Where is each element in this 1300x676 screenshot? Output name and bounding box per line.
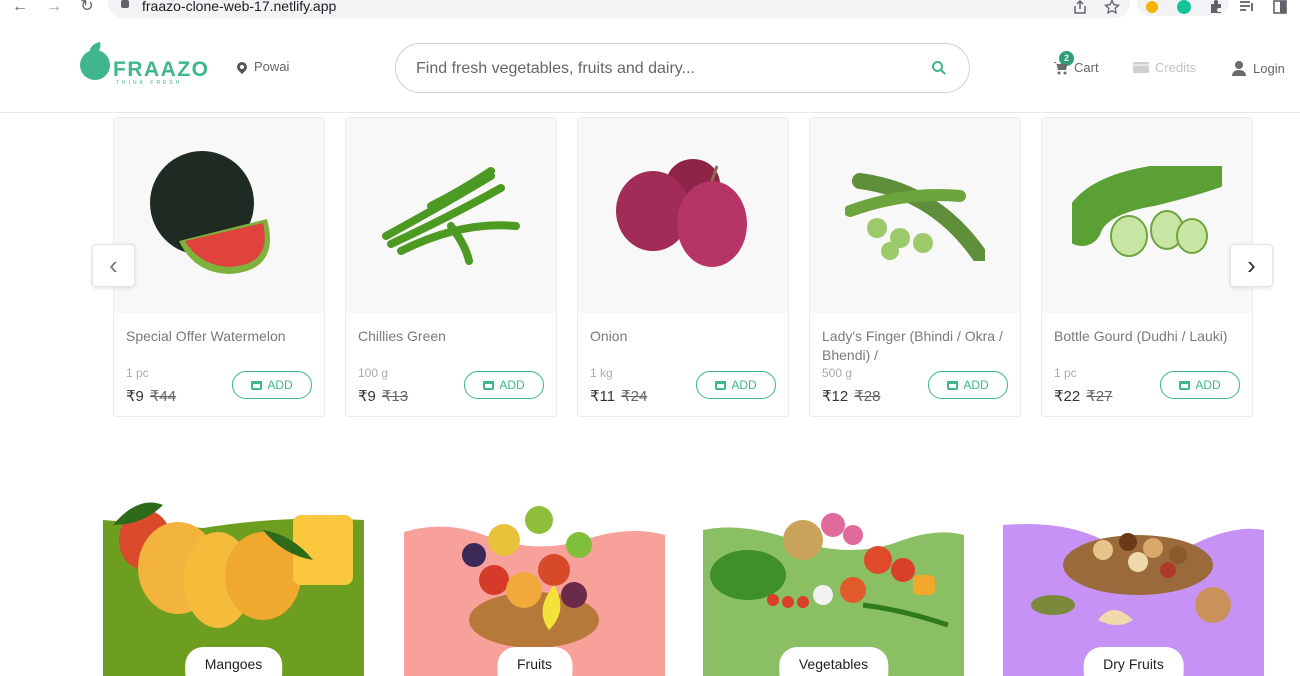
forward-icon[interactable]: → [44,0,64,16]
add-label: ADD [963,378,989,392]
selling-price: ₹9 [126,388,144,405]
selling-price: ₹9 [358,388,376,405]
product-card[interactable]: Chillies Green 100 g ₹9 ₹13 ADD [345,117,557,417]
cart-button[interactable]: Cart [1052,60,1099,75]
category-tile-mangoes[interactable]: Mangoes [103,480,364,676]
location-label: Powai [254,59,290,74]
product-quantity: 100 g [358,366,389,380]
add-to-cart-button[interactable]: ADD [928,371,1008,399]
product-name[interactable]: Special Offer Watermelon [126,327,316,346]
login-button[interactable]: Login [1231,60,1285,76]
category-tile-vegetables[interactable]: Vegetables [703,480,964,676]
brand-tagline: THINK FRESH [116,80,183,86]
product-quantity: 1 kg [590,366,613,380]
product-image[interactable] [114,118,324,313]
product-quantity: 1 pc [1054,366,1077,380]
star-icon[interactable] [1104,0,1120,15]
carousel-prev-button[interactable]: ‹ [92,244,135,287]
product-image[interactable] [346,118,556,313]
selling-price: ₹11 [590,388,616,405]
login-label: Login [1253,60,1285,76]
product-name[interactable]: Lady's Finger (Bhindi / Okra / Bhendi) / [822,327,1012,365]
puzzle-icon[interactable] [1208,0,1224,15]
product-price: ₹9 ₹44 [126,387,176,405]
add-to-cart-button[interactable]: ADD [696,371,776,399]
product-price: ₹11 ₹24 [590,387,647,405]
product-name[interactable]: Onion [590,327,780,346]
side-panel-icon[interactable] [1272,0,1288,15]
product-name[interactable]: Chillies Green [358,327,548,346]
location-selector[interactable]: Powai [234,59,290,74]
cart-icon [947,380,959,390]
cart-icon [483,380,495,390]
add-label: ADD [499,378,525,392]
brand-name: FRAAZO [113,58,210,81]
cart-icon [1053,62,1068,75]
lock-icon [121,0,129,8]
product-image[interactable] [578,118,788,313]
product-price: ₹9 ₹13 [358,387,408,405]
credits-button[interactable]: Credits [1133,60,1196,75]
mrp-price: ₹44 [149,388,177,405]
product-card[interactable]: Lady's Finger (Bhindi / Okra / Bhendi) /… [809,117,1021,417]
product-card[interactable]: Special Offer Watermelon 1 pc ₹9 ₹44 ADD [113,117,325,417]
add-to-cart-button[interactable]: ADD [1160,371,1240,399]
media-icon[interactable] [1239,0,1255,15]
product-card[interactable]: Bottle Gourd (Dudhi / Lauki) 1 pc ₹22 ₹27… [1041,117,1253,417]
category-tile-dry-fruits[interactable]: Dry Fruits [1003,480,1264,676]
search-placeholder: Find fresh vegetables, fruits and dairy.… [416,60,695,77]
add-label: ADD [1195,378,1221,392]
watermelon-image [150,150,270,274]
ladys-finger-image [845,172,985,261]
category-label: Vegetables [778,647,889,676]
carousel-next-button[interactable]: › [1230,244,1273,287]
credits-label: Credits [1155,60,1197,75]
product-quantity: 500 g [822,366,853,380]
search-icon[interactable] [931,60,947,76]
add-label: ADD [267,378,293,392]
wallet-icon [1133,62,1149,73]
selling-price: ₹12 [822,388,849,405]
category-label: Fruits [497,647,572,676]
product-name[interactable]: Bottle Gourd (Dudhi / Lauki) [1054,327,1244,346]
green-chillies-image [382,166,520,265]
category-label: Dry Fruits [1083,647,1184,676]
extension-icon[interactable] [1144,0,1160,15]
grammarly-icon[interactable] [1176,0,1192,15]
cart-label: Cart [1074,60,1099,75]
browser-toolbar: ← → ↻ fraazo-clone-web-17.netlify.app [0,0,1300,22]
mrp-price: ₹28 [854,388,881,405]
cart-icon [715,380,727,390]
location-pin-icon [234,59,250,74]
url-text[interactable]: fraazo-clone-web-17.netlify.app [142,0,336,14]
category-tile-fruits[interactable]: Fruits [404,480,665,676]
logo-mark [80,50,110,80]
mrp-price: ₹27 [1086,388,1113,405]
user-icon [1232,61,1246,76]
selling-price: ₹22 [1054,388,1081,405]
cart-icon [251,380,263,390]
reload-icon[interactable]: ↻ [77,0,97,16]
share-icon[interactable] [1072,0,1088,15]
add-to-cart-button[interactable]: ADD [232,371,312,399]
bottle-gourd-image [1072,165,1222,257]
product-quantity: 1 pc [126,366,149,380]
onion-image [616,158,747,267]
add-to-cart-button[interactable]: ADD [464,371,544,399]
category-label: Mangoes [184,647,283,676]
cart-icon [1179,380,1191,390]
chevron-right-icon: › [1247,250,1256,280]
search-input[interactable]: Find fresh vegetables, fruits and dairy.… [395,43,970,93]
mrp-price: ₹24 [621,388,648,405]
back-icon[interactable]: ← [10,0,30,16]
product-price: ₹12 ₹28 [822,387,880,405]
add-label: ADD [731,378,757,392]
product-price: ₹22 ₹27 [1054,387,1112,405]
product-image[interactable] [1042,118,1252,313]
chevron-left-icon: ‹ [109,250,118,280]
mrp-price: ₹13 [381,388,409,405]
product-card[interactable]: Onion 1 kg ₹11 ₹24 ADD [577,117,789,417]
product-image[interactable] [810,118,1020,313]
